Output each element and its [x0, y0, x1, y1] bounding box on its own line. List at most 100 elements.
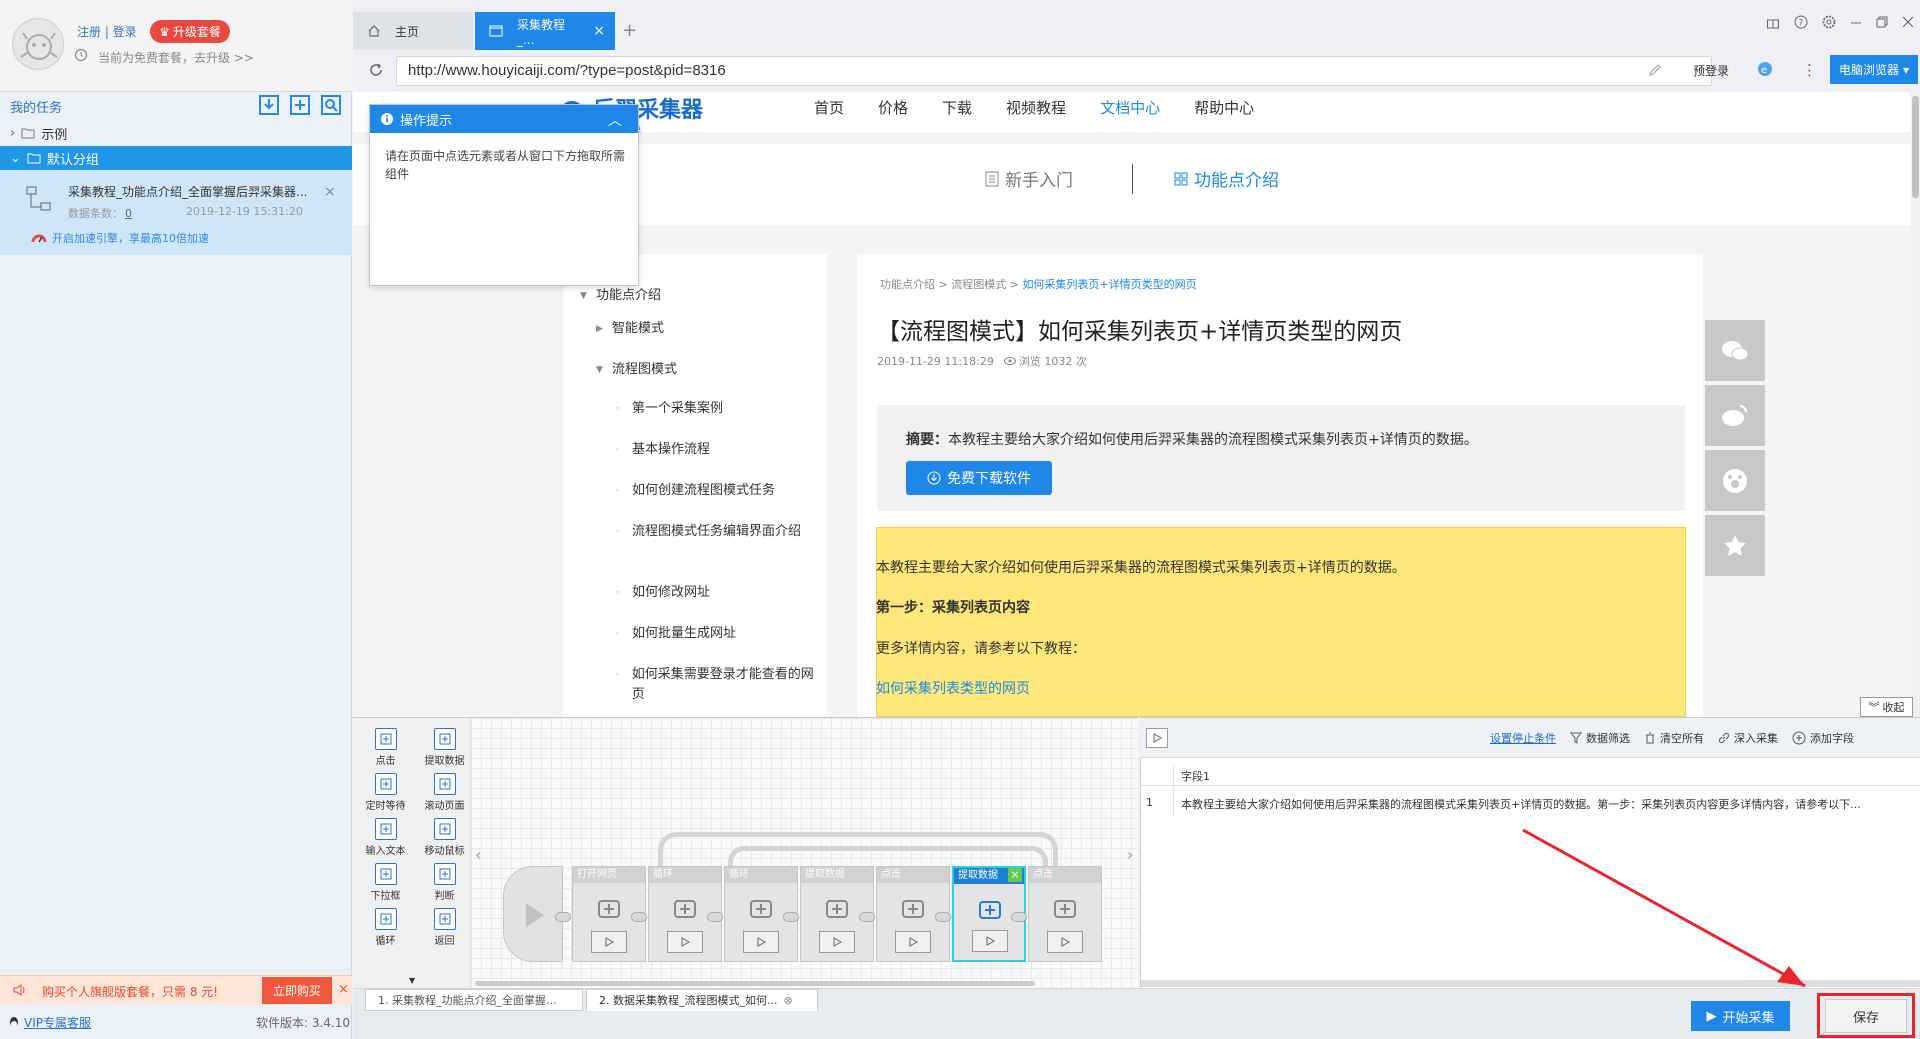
tree-item-default-group[interactable]: ⌄ 默认分组 — [0, 146, 352, 170]
start-collect-button[interactable]: ▶ 开始采集 — [1691, 1001, 1790, 1031]
browser-mode-button[interactable]: 电脑浏览器 ▾ — [1830, 55, 1918, 84]
tool-scroll[interactable]: 滚动页面 — [417, 773, 472, 818]
wechat-icon[interactable] — [1705, 320, 1765, 381]
nav-home[interactable]: 首页 — [814, 97, 844, 118]
breadcrumb-item[interactable]: 功能点介绍 — [880, 278, 935, 291]
baidu-icon[interactable] — [1705, 450, 1765, 511]
doc-menu-item[interactable]: ▼ 功能点介绍 — [580, 286, 820, 306]
collapse-button[interactable]: ︾ 收起 — [1860, 697, 1913, 717]
nav-docs[interactable]: 文档中心 — [1100, 97, 1160, 118]
tool-loop[interactable]: 循环 — [358, 908, 413, 953]
tool-condition[interactable]: 判断 — [417, 863, 472, 908]
chevron-left-icon[interactable]: ‹ — [475, 845, 481, 864]
ie-icon[interactable]: e — [1756, 60, 1774, 78]
tab-tutorial[interactable]: 采集教程_... × — [475, 12, 615, 50]
subnav-getting-started[interactable]: 新手入门 — [985, 166, 1073, 191]
task-tab[interactable]: 1. 采集教程_功能点介绍_全面掌握... — [365, 989, 583, 1011]
restore-icon[interactable] — [1876, 16, 1888, 28]
new-task-icon[interactable] — [289, 94, 311, 116]
add-field-button[interactable]: 添加字段 — [1792, 730, 1854, 746]
tutorial-link[interactable]: 如何采集列表类型的网页 — [876, 678, 1030, 698]
nav-download[interactable]: 下载 — [942, 97, 972, 118]
doc-menu-item[interactable]: · 基本操作流程 — [616, 440, 820, 460]
tree-item-examples[interactable]: › 示例 — [0, 121, 352, 145]
remove-node-icon[interactable]: × — [1008, 868, 1022, 882]
doc-menu-item[interactable]: · 流程图模式任务编辑界面介绍 — [616, 522, 820, 542]
click-icon — [899, 897, 927, 921]
doc-menu-item[interactable]: ▶ 智能模式 — [596, 319, 820, 339]
nav-pricing[interactable]: 价格 — [878, 97, 908, 118]
doc-menu-item[interactable]: · 如何采集需要登录才能查看的网页 — [616, 665, 820, 705]
close-promo-icon[interactable]: × — [338, 982, 349, 997]
start-node[interactable] — [503, 866, 563, 962]
download-button[interactable]: 免费下载软件 — [906, 461, 1052, 495]
url-text[interactable]: http://www.houyicaiji.com/?type=post&pid… — [408, 62, 726, 79]
help-icon[interactable]: ? — [1794, 15, 1808, 29]
settings-icon[interactable] — [1822, 15, 1836, 29]
import-task-icon[interactable] — [258, 94, 280, 116]
minimize-icon[interactable] — [1850, 16, 1862, 28]
flow-scrollbar[interactable] — [475, 981, 1035, 986]
chevron-right-icon[interactable]: › — [1127, 845, 1133, 864]
gift-icon[interactable] — [1766, 15, 1780, 29]
page-scroll-thumb[interactable] — [1912, 96, 1919, 198]
doc-menu-item[interactable]: · 如何修改网址 — [616, 583, 820, 603]
play-icon[interactable] — [743, 931, 779, 953]
plan-text[interactable]: 当前为免费套餐，去升级 >> — [98, 49, 254, 66]
clear-all-button[interactable]: 清空所有 — [1644, 730, 1704, 746]
more-icon[interactable]: ⋮ — [1802, 61, 1817, 79]
breadcrumb-current[interactable]: 如何采集列表页+详情页类型的网页 — [1022, 278, 1196, 291]
caret-down-icon[interactable]: ▼ — [409, 976, 415, 985]
reload-icon[interactable] — [366, 60, 386, 80]
search-task-icon[interactable] — [320, 94, 342, 116]
speed-engine-link[interactable]: 开启加速引擎，享最高10倍加速 — [52, 230, 209, 246]
doc-menu-item[interactable]: · 如何批量生成网址 — [616, 624, 820, 644]
play-icon[interactable] — [1047, 931, 1083, 953]
breadcrumb-item[interactable]: 流程图模式 — [951, 278, 1006, 291]
doc-menu-item[interactable]: ▼ 流程图模式 — [596, 360, 820, 380]
upgrade-button[interactable]: ♛ 升级套餐 — [150, 20, 230, 43]
task-title[interactable]: 采集教程_功能点介绍_全面掌握后羿采集器... — [68, 183, 322, 200]
stop-condition-link[interactable]: 设置停止条件 — [1490, 730, 1556, 746]
edit-icon[interactable] — [1648, 63, 1662, 77]
doc-menu-item[interactable]: · 第一个采集案例 — [616, 399, 820, 419]
play-icon[interactable] — [1146, 728, 1168, 748]
close-icon[interactable]: × — [324, 184, 336, 200]
tool-extract[interactable]: 提取数据 — [417, 728, 472, 773]
buy-now-button[interactable]: 立即购买 — [262, 977, 332, 1004]
star-icon[interactable] — [1705, 515, 1765, 576]
filter-button[interactable]: 数据筛选 — [1570, 730, 1630, 746]
vip-support-link[interactable]: VIP专属客服 — [8, 1014, 91, 1031]
tool-click[interactable]: 点击 — [358, 728, 413, 773]
nav-video-tutorials[interactable]: 视频教程 — [1006, 97, 1066, 118]
chevron-up-icon[interactable]: ︿ — [608, 110, 622, 130]
play-icon[interactable] — [972, 930, 1008, 952]
weibo-icon[interactable] — [1705, 385, 1765, 446]
task-tab-active[interactable]: 2. 数据采集教程_流程图模式_如何... ⊗ — [586, 989, 818, 1011]
close-tab-icon[interactable]: × — [593, 23, 605, 39]
flow-node[interactable]: 点击 — [1028, 866, 1102, 962]
new-tab-icon[interactable]: + — [622, 20, 637, 41]
subnav-features[interactable]: 功能点介绍 — [1174, 166, 1279, 191]
column-header[interactable]: 字段1 — [1181, 768, 1916, 784]
tab-home[interactable]: 主页 — [353, 12, 473, 50]
deep-collect-button[interactable]: 深入采集 — [1718, 730, 1778, 746]
tool-dropdown[interactable]: 下拉框 — [358, 863, 413, 908]
tool-hourglass[interactable]: 定时等待 — [358, 773, 413, 818]
close-tab-icon[interactable]: ⊗ — [783, 994, 792, 1007]
crown-icon: ♛ — [159, 24, 170, 39]
pre-login-button[interactable]: 预登录 — [1693, 62, 1729, 79]
nav-help[interactable]: 帮助中心 — [1194, 97, 1254, 118]
table-cell[interactable]: 本教程主要给大家介绍如何使用后羿采集器的流程图模式采集列表页+详情页的数据。第一… — [1181, 796, 1916, 812]
play-icon[interactable] — [591, 931, 627, 953]
tool-mouse[interactable]: 移动鼠标 — [417, 818, 472, 863]
doc-menu-item[interactable]: · 如何创建流程图模式任务 — [616, 481, 820, 501]
close-window-icon[interactable] — [1902, 16, 1914, 28]
login-link[interactable]: 注册 | 登录 — [77, 23, 137, 40]
play-icon[interactable] — [667, 931, 703, 953]
play-icon[interactable] — [895, 931, 931, 953]
tool-back[interactable]: 返回 — [417, 908, 472, 953]
avatar[interactable] — [12, 18, 64, 70]
play-icon[interactable] — [819, 931, 855, 953]
tool-input[interactable]: 输入文本 — [358, 818, 413, 863]
